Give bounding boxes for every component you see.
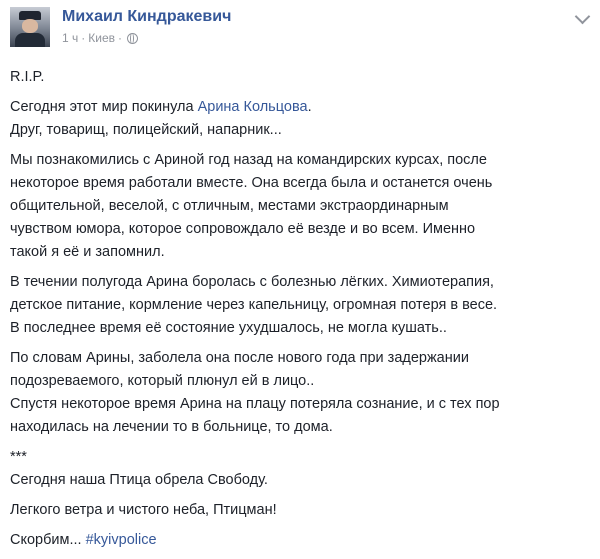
post-meta: 1 ч · Киев · [62, 31, 139, 45]
post-line: Скорбим... #kyivpolice [10, 529, 590, 552]
hashtag-link[interactable]: #kyivpolice [86, 532, 157, 548]
mention-suffix: . [307, 99, 312, 115]
post-line: некоторое время работали вместе. Она все… [10, 175, 493, 191]
post-header: Михаил Киндракевич 1 ч · Киев · [10, 7, 591, 55]
meta-separator-2: · [118, 31, 123, 45]
post-line-text: Сегодня этот мир покинула [10, 99, 198, 115]
paragraph-memories: Мы познакомились с Ариной год назад на к… [10, 149, 590, 264]
paragraph-illness: В течении полугода Арина боролась с боле… [10, 271, 590, 340]
meta-separator: · [81, 31, 86, 45]
post-line: R.I.P. [10, 69, 45, 85]
post-line: чувством юмора, которое сопровождало её … [10, 221, 476, 237]
post-line-text: Скорбим... [10, 532, 86, 548]
post-line: такой я её и запомнил. [10, 244, 165, 260]
post-line: *** [10, 449, 27, 465]
post-line: подозреваемого, который плюнул ей в лицо… [10, 373, 315, 389]
author-name[interactable]: Михаил Киндракевич [62, 8, 231, 26]
post-body: R.I.P. Сегодня этот мир покинула Арина К… [10, 66, 590, 559]
post-line: По словам Арины, заболела она после ново… [10, 350, 469, 366]
paragraph-cause: По словам Арины, заболела она после ново… [10, 347, 590, 439]
post-line: Легкого ветра и чистого неба, Птицман! [10, 502, 277, 518]
post-line: Друг, товарищ, полицейский, напарник... [10, 122, 282, 138]
paragraph-rip: R.I.P. [10, 66, 590, 89]
post-line: Спустя некоторое время Арина на плацу по… [10, 396, 500, 412]
author-avatar[interactable] [10, 7, 50, 47]
post-line: общительной, веселой, с отличным, местам… [10, 198, 449, 214]
mention-link[interactable]: Арина Кольцова [198, 99, 308, 115]
globe-icon[interactable] [127, 32, 139, 44]
post-line: находилась на лечении то в больнице, то … [10, 419, 333, 435]
post-line: В течении полугода Арина боролась с боле… [10, 274, 494, 290]
paragraph-announcement: Сегодня этот мир покинула Арина Кольцова… [10, 96, 590, 142]
post-line: Сегодня этот мир покинула Арина Кольцова… [10, 96, 590, 119]
post-line: В последнее время её состояние ухудшалос… [10, 320, 447, 336]
paragraph-hashtag: Скорбим... #kyivpolice [10, 529, 590, 552]
post-line: Сегодня наша Птица обрела Свободу. [10, 472, 268, 488]
post-time[interactable]: 1 ч [62, 31, 78, 45]
post-location[interactable]: Киев [88, 31, 115, 45]
post-line: детское питание, кормление через капельн… [10, 297, 498, 313]
post-line: Мы познакомились с Ариной год назад на к… [10, 152, 487, 168]
paragraph-freedom: *** Сегодня наша Птица обрела Свободу. [10, 446, 590, 492]
paragraph-farewell: Легкого ветра и чистого неба, Птицман! [10, 499, 590, 522]
chevron-down-icon[interactable] [574, 8, 591, 25]
